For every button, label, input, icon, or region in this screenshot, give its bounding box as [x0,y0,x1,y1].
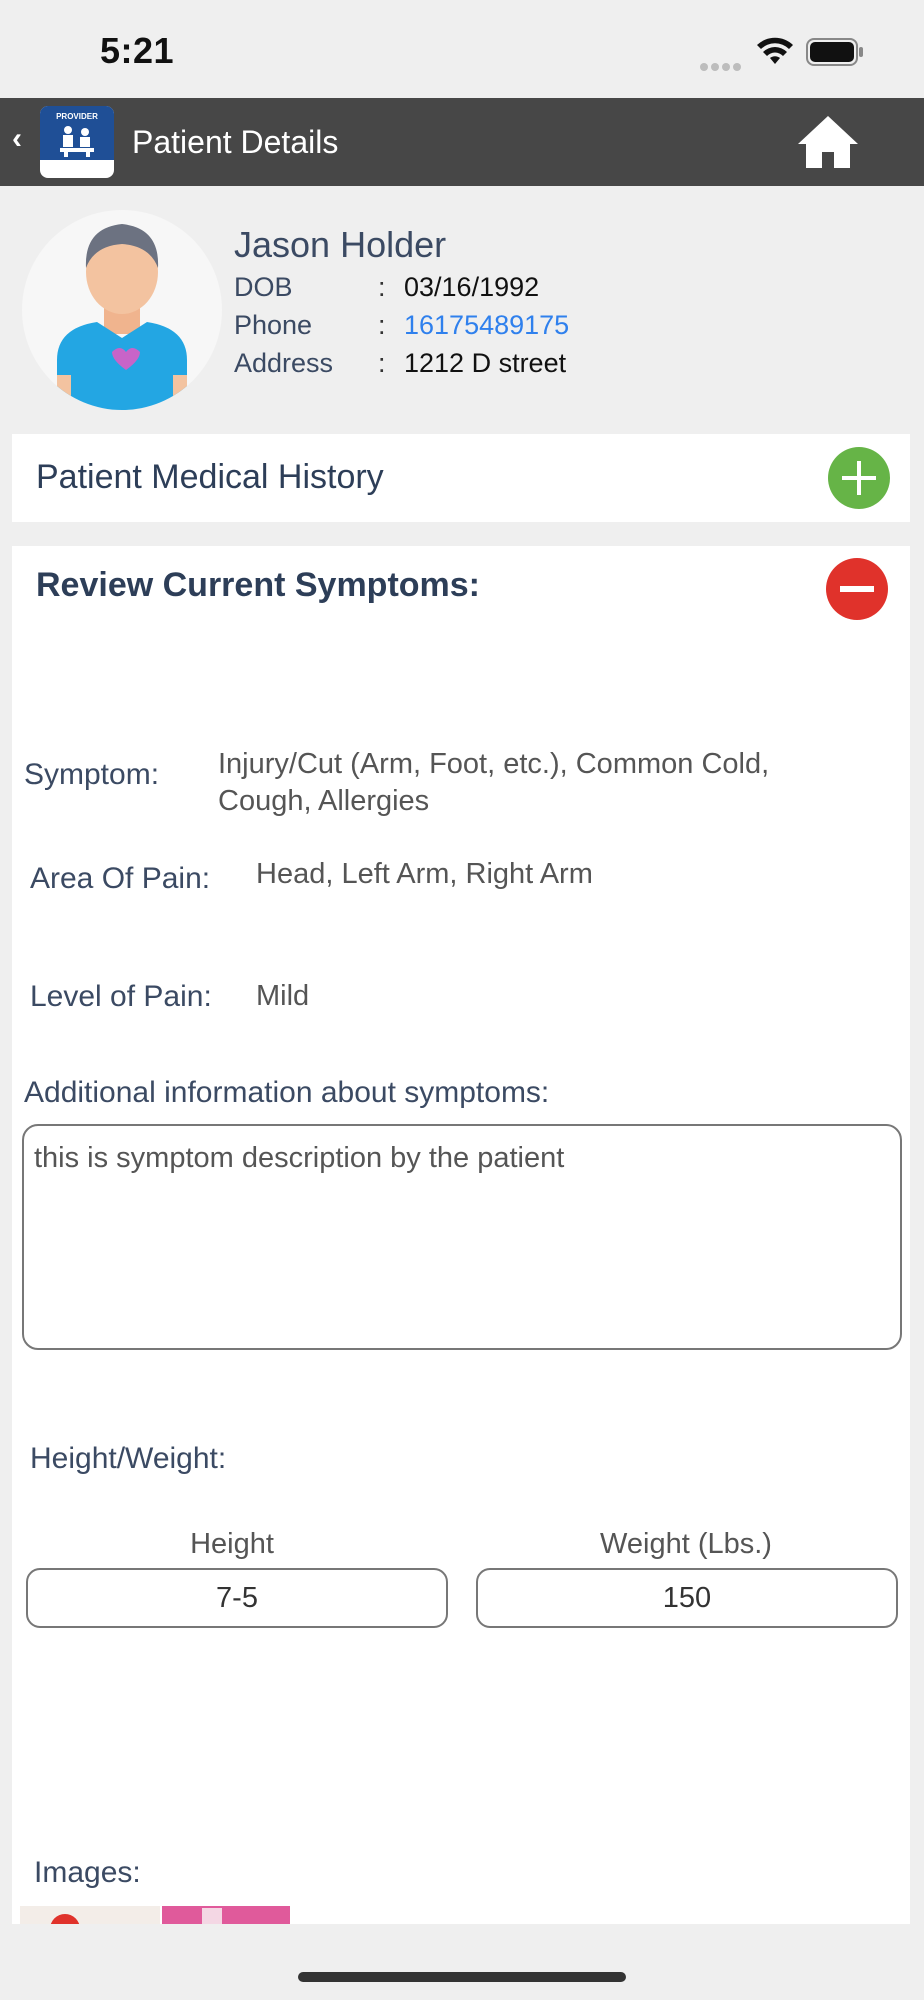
provider-logo-icon [60,126,94,157]
status-time: 5:21 [100,30,175,71]
home-indicator[interactable] [298,1972,626,1982]
weight-field[interactable]: 150 [476,1568,898,1628]
expand-plus-icon[interactable] [828,447,890,509]
additional-info-textarea[interactable]: this is symptom description by the patie… [22,1124,902,1350]
additional-info-text: this is symptom description by the patie… [34,1142,565,1174]
patient-avatar [22,210,222,410]
dob-colon: : [378,272,386,302]
weight-label: Weight (Lbs.) [600,1528,772,1560]
current-symptoms-title: Review Current Symptoms: [36,566,480,604]
nav-bar: ‹ PROVIDER Patient Details [0,98,924,186]
height-weight-label: Height/Weight: [30,1442,227,1475]
cellular-signal-icon [700,58,744,71]
home-icon[interactable] [796,114,860,170]
wifi-icon [757,37,793,64]
patient-avatar-illustration [57,224,187,410]
collapse-minus-icon[interactable] [826,558,888,620]
logo-text: PROVIDER [56,112,98,121]
phone-colon: : [378,310,386,340]
address-colon: : [378,348,386,378]
battery-icon [806,38,863,66]
symptom-value: Injury/Cut (Arm, Foot, etc.), Common Col… [218,748,770,817]
address-value: 1212 D street [404,348,567,378]
area-of-pain-label: Area Of Pain: [30,862,211,895]
patient-name: Jason Holder [234,224,447,265]
medical-history-card[interactable]: Patient Medical History [12,434,910,522]
height-label: Height [190,1528,274,1560]
address-label: Address [234,348,334,378]
height-field[interactable]: 7-5 [26,1568,448,1628]
symptom-label: Symptom: [24,758,160,791]
page-title: Patient Details [132,124,339,160]
dob-value: 03/16/1992 [404,272,540,302]
area-of-pain-value: Head, Left Arm, Right Arm [256,858,593,890]
phone-label: Phone [234,310,313,340]
additional-info-label: Additional information about symptoms: [24,1076,550,1109]
level-of-pain-value: Mild [256,980,310,1012]
level-of-pain-label: Level of Pain: [30,980,212,1013]
provider-logo: PROVIDER [40,106,114,178]
medical-history-title: Patient Medical History [36,458,384,496]
image-thumbnail[interactable] [20,1906,160,1924]
image-thumbnail[interactable] [162,1906,290,1924]
back-chevron-icon[interactable]: ‹ [12,122,22,156]
phone-link[interactable]: 16175489175 [404,310,569,341]
images-label: Images: [34,1856,141,1889]
dob-label: DOB [234,272,293,302]
status-bar: 5:21 [0,0,924,98]
current-symptoms-card: Review Current Symptoms: Symptom: Injury… [12,546,910,1924]
